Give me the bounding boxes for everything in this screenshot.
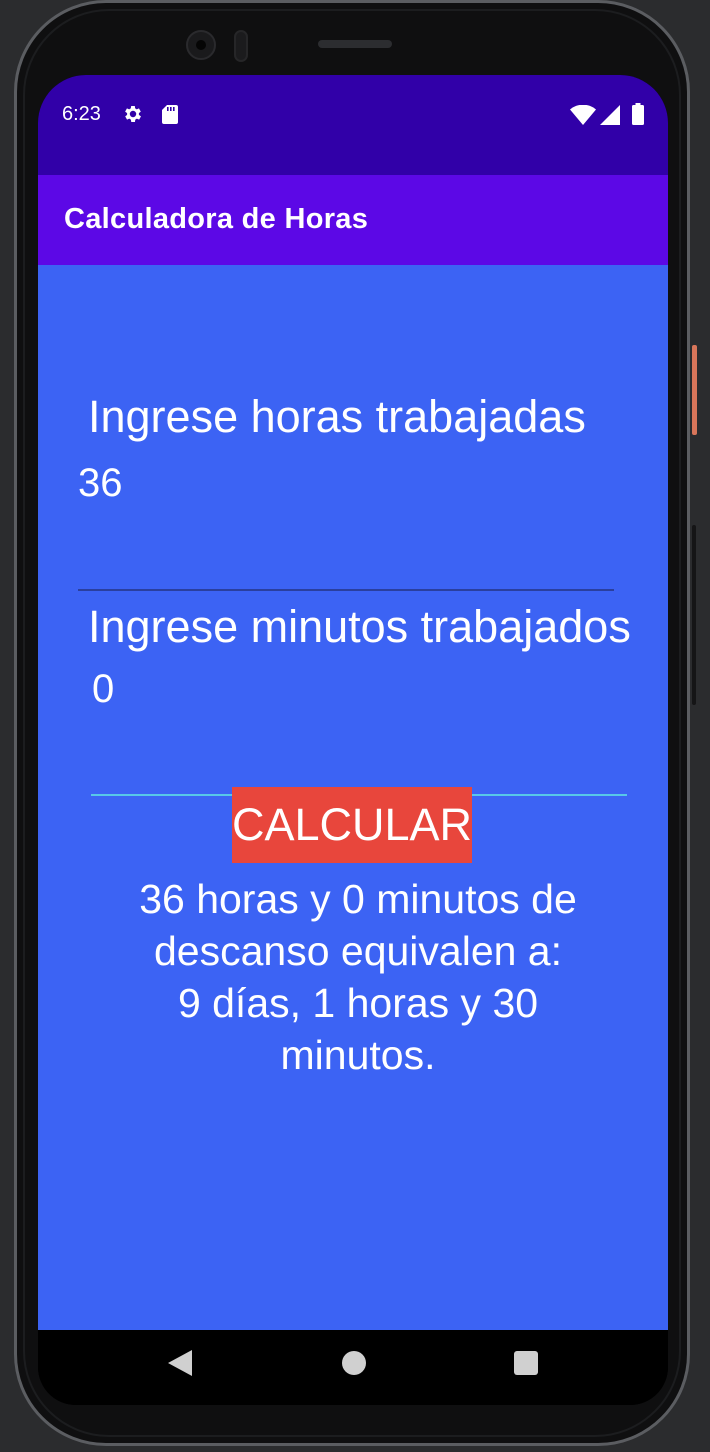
minutes-label: Ingrese minutos trabajados <box>88 601 631 652</box>
status-bar: 6:23 <box>38 75 668 175</box>
calculate-button[interactable]: CALCULAR <box>232 787 472 863</box>
minutes-input[interactable]: 0 <box>92 667 114 712</box>
phone-screen: 6:23 Calculadora de Horas Ingrese horas … <box>38 75 668 1405</box>
main-content: Ingrese horas trabajadas 36 Ingrese minu… <box>38 265 668 1330</box>
app-title: Calculadora de Horas <box>64 203 369 235</box>
gear-icon <box>125 106 141 122</box>
recents-icon[interactable] <box>514 1351 538 1375</box>
navigation-bar <box>38 1330 668 1405</box>
volume-button <box>692 525 696 705</box>
power-button <box>692 345 697 435</box>
result-line: 9 días, 1 horas y 30 <box>177 980 539 1026</box>
result-line: descanso equivalen a: <box>153 928 563 974</box>
result-text: 36 horas y 0 minutos de descanso equival… <box>68 873 648 1081</box>
home-icon[interactable] <box>342 1351 366 1375</box>
hours-input[interactable]: 36 <box>78 461 123 506</box>
result-line: 36 horas y 0 minutos de <box>139 876 577 922</box>
signal-icon <box>600 105 620 125</box>
sd-card-icon <box>162 105 178 124</box>
hours-input-underline <box>78 589 614 591</box>
app-bar: Calculadora de Horas <box>38 175 668 265</box>
status-time: 6:23 <box>62 103 101 125</box>
proximity-sensor <box>234 30 248 62</box>
back-icon[interactable] <box>168 1350 192 1376</box>
battery-icon <box>632 103 644 125</box>
wifi-icon <box>570 105 596 125</box>
hours-label: Ingrese horas trabajadas <box>88 391 586 442</box>
front-camera <box>186 30 216 60</box>
result-line: minutos. <box>280 1032 436 1078</box>
earpiece-speaker <box>318 40 392 48</box>
